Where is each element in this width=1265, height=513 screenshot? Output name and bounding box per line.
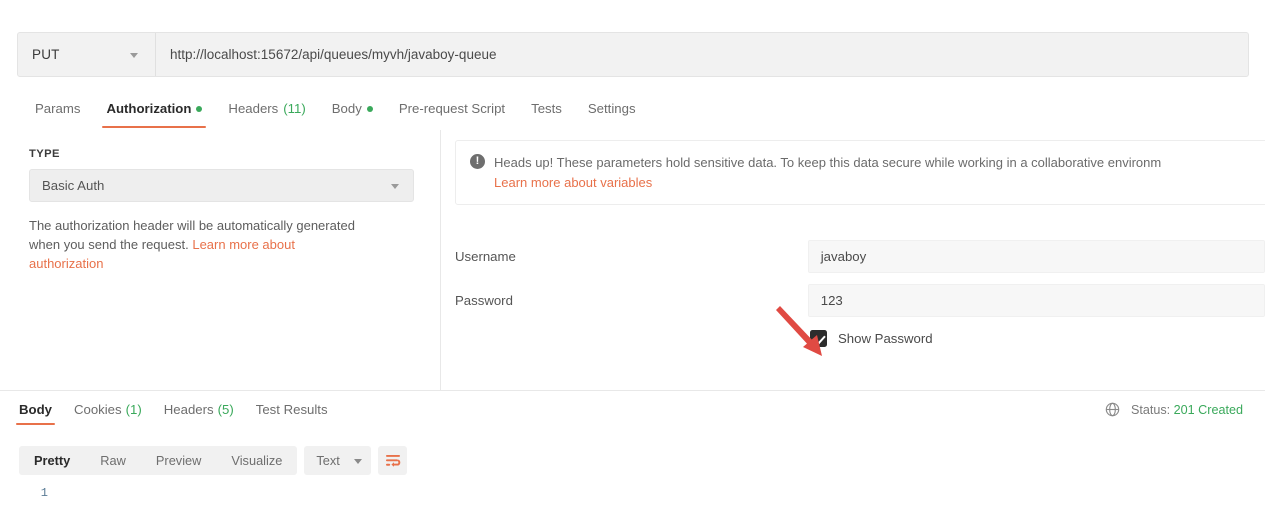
notice-learn-more-link[interactable]: Learn more about variables	[494, 173, 1161, 192]
panel-divider	[440, 130, 441, 390]
username-row: Username javaboy	[455, 240, 1265, 273]
body-status-dot-icon	[366, 105, 373, 112]
authorization-status-dot-icon	[196, 105, 203, 112]
tab-body[interactable]: Body	[319, 92, 386, 125]
chevron-down-icon	[391, 183, 399, 189]
http-method-select[interactable]: PUT	[18, 33, 156, 76]
tab-headers-label: Headers	[228, 101, 279, 116]
tab-headers[interactable]: Headers (11)	[215, 92, 318, 125]
request-url-input[interactable]: http://localhost:15672/api/queues/myvh/j…	[156, 33, 1248, 76]
tab-pre-request-script-label: Pre-request Script	[398, 101, 506, 116]
username-input[interactable]: javaboy	[807, 240, 1265, 273]
response-tab-headers-count: (5)	[217, 401, 234, 417]
authorization-panel: TYPE Basic Auth The authorization header…	[0, 130, 1265, 390]
response-status: Status: 201 Created	[1105, 402, 1243, 417]
tab-authorization[interactable]: Authorization	[93, 92, 215, 128]
response-tab-cookies[interactable]: Cookies (1)	[63, 396, 153, 422]
notice-message: Heads up! These parameters hold sensitiv…	[494, 155, 1162, 170]
show-password-label: Show Password	[838, 331, 933, 346]
tab-settings-label: Settings	[587, 101, 636, 116]
sensitive-data-notice: ! Heads up! These parameters hold sensit…	[455, 140, 1265, 205]
show-password-toggle[interactable]: Show Password	[810, 330, 933, 347]
auth-type-value: Basic Auth	[42, 178, 105, 193]
format-pretty[interactable]: Pretty	[19, 446, 85, 475]
notice-body: Heads up! These parameters hold sensitiv…	[494, 153, 1161, 192]
password-row: Password 123	[455, 284, 1265, 317]
postman-window: PUT http://localhost:15672/api/queues/my…	[0, 0, 1265, 513]
response-tab-cookies-count: (1)	[125, 401, 142, 417]
section-divider	[0, 390, 1265, 391]
tab-tests-label: Tests	[531, 101, 562, 116]
status-label: Status: 201 Created	[1131, 403, 1243, 417]
globe-icon	[1105, 402, 1120, 417]
tab-headers-count: (11)	[283, 101, 306, 116]
request-tab-bar: Params Authorization Headers (11) Body P…	[0, 92, 1265, 129]
password-input[interactable]: 123	[807, 284, 1265, 317]
password-label: Password	[455, 293, 513, 308]
response-tab-headers-label: Headers	[163, 401, 214, 417]
username-label: Username	[455, 249, 516, 264]
word-wrap-icon	[385, 454, 401, 467]
code-line-number: 1	[40, 486, 48, 500]
auth-type-section: TYPE Basic Auth The authorization header…	[29, 148, 419, 273]
response-tab-body[interactable]: Body	[8, 396, 63, 425]
content-type-select[interactable]: Text	[304, 446, 372, 475]
auth-help-text: The authorization header will be automat…	[29, 216, 369, 273]
response-format-toolbar: Pretty Raw Preview Visualize Text	[19, 446, 408, 475]
tab-params[interactable]: Params	[22, 92, 93, 125]
chevron-down-icon	[354, 458, 363, 464]
response-tab-body-label: Body	[19, 401, 52, 417]
exclamation-circle-icon: !	[470, 154, 485, 169]
status-prefix: Status:	[1130, 402, 1171, 417]
chevron-down-icon	[130, 52, 138, 58]
tab-tests[interactable]: Tests	[518, 92, 575, 125]
tab-params-label: Params	[35, 101, 81, 116]
format-segmented-control: Pretty Raw Preview Visualize	[19, 446, 298, 475]
tab-body-label: Body	[331, 101, 362, 116]
response-tab-test-results-label: Test Results	[255, 401, 328, 417]
format-raw[interactable]: Raw	[85, 446, 141, 475]
http-method-label: PUT	[32, 47, 60, 62]
response-tab-headers[interactable]: Headers (5)	[153, 396, 245, 422]
word-wrap-button[interactable]	[378, 446, 408, 475]
response-tab-test-results[interactable]: Test Results	[245, 396, 339, 422]
response-tab-bar: Body Cookies (1) Headers (5) Test Result…	[0, 396, 339, 426]
auth-credentials-section: ! Heads up! These parameters hold sensit…	[455, 130, 1265, 390]
tab-pre-request-script[interactable]: Pre-request Script	[386, 92, 518, 125]
tab-settings[interactable]: Settings	[575, 92, 649, 125]
format-visualize[interactable]: Visualize	[216, 446, 297, 475]
response-tab-cookies-label: Cookies	[73, 401, 122, 417]
checkbox-checked-icon[interactable]	[810, 330, 827, 347]
auth-type-label: TYPE	[29, 148, 60, 160]
format-preview[interactable]: Preview	[141, 446, 217, 475]
request-url-bar: PUT http://localhost:15672/api/queues/my…	[17, 32, 1249, 77]
tab-authorization-label: Authorization	[106, 101, 192, 116]
status-code: 201 Created	[1173, 402, 1243, 417]
content-type-value: Text	[316, 453, 340, 468]
auth-type-select[interactable]: Basic Auth	[29, 169, 414, 202]
